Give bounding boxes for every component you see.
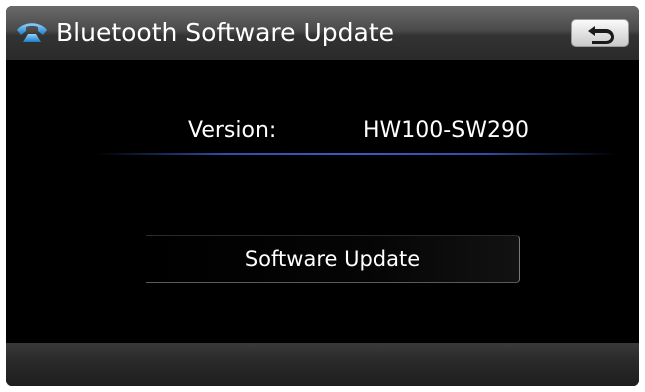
bluetooth-phone-icon xyxy=(14,20,50,46)
footer-bar xyxy=(6,343,639,386)
divider xyxy=(96,153,616,155)
software-update-button[interactable]: Software Update xyxy=(146,235,520,283)
header-bar: Bluetooth Software Update xyxy=(6,6,639,60)
return-arrow-icon xyxy=(588,26,614,44)
version-value: HW100-SW290 xyxy=(363,118,529,143)
version-label: Version: xyxy=(188,118,277,143)
bluetooth-update-screen: Bluetooth Software Update Version: HW100… xyxy=(6,6,639,386)
software-update-label: Software Update xyxy=(244,247,421,271)
page-title: Bluetooth Software Update xyxy=(56,18,395,47)
back-button[interactable] xyxy=(571,19,629,47)
